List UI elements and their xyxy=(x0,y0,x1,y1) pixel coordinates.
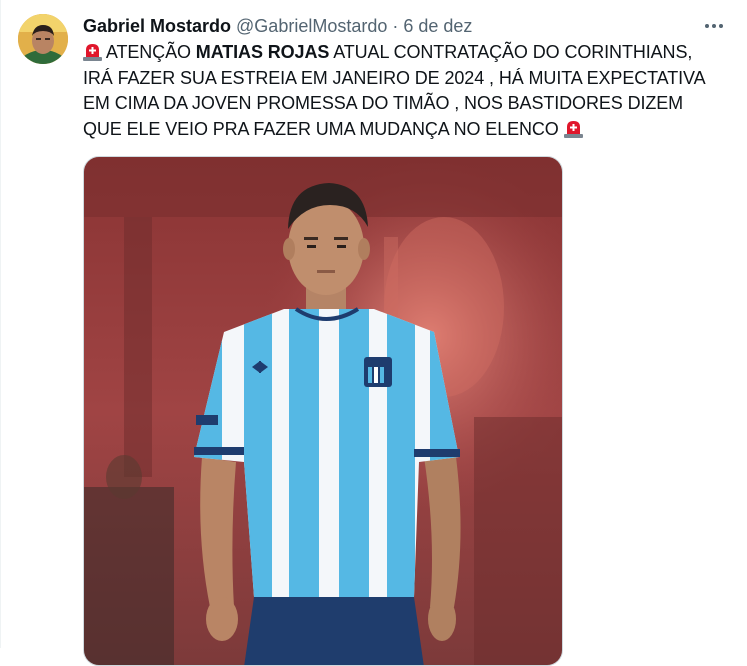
siren-emoji-icon xyxy=(83,42,102,61)
siren-emoji-icon xyxy=(563,119,583,138)
tweet-text-line-1: ATENÇÃO MATIAS ROJAS ATUAL CONTRATAÇÃO D… xyxy=(83,40,723,66)
author-display-name[interactable]: Gabriel Mostardo xyxy=(83,14,231,38)
author-handle[interactable]: @GabrielMostardo xyxy=(236,14,387,38)
tweet-header: Gabriel Mostardo @GabrielMostardo · 6 de… xyxy=(83,14,472,38)
player-photo xyxy=(84,157,562,665)
tweet-media-photo[interactable] xyxy=(83,156,563,666)
more-options-button[interactable] xyxy=(700,14,728,38)
tweet-text-line-2: IRÁ FAZER SUA ESTREIA EM JANEIRO DE 2024… xyxy=(83,67,706,88)
author-avatar[interactable] xyxy=(18,14,68,64)
tweet-text: ATENÇÃO MATIAS ROJAS ATUAL CONTRATAÇÃO D… xyxy=(83,40,723,142)
tweet-text-line-4-text: QUE ELE VEIO PRA FAZER UMA MUDANÇA NO EL… xyxy=(83,118,564,139)
tweet-card[interactable]: Gabriel Mostardo @GabrielMostardo · 6 de… xyxy=(0,0,747,666)
header-separator: · xyxy=(392,16,399,36)
tweet-date[interactable]: 6 de dez xyxy=(403,14,472,38)
tweet-text-highlight: MATIAS ROJAS xyxy=(195,42,330,62)
tweet-text-suffix: ATUAL CONTRATAÇÃO DO CORINTHIANS, xyxy=(329,42,693,62)
ellipsis-icon xyxy=(705,24,723,28)
tweet-text-line-3: EM CIMA DA JOVEN PROMESSA DO TIMÃO , NOS… xyxy=(83,93,684,113)
avatar-image xyxy=(18,14,68,64)
tweet-text-line-4: QUE ELE VEIO PRA FAZER UMA MUDANÇA NO EL… xyxy=(83,117,723,143)
tweet-text-prefix: ATENÇÃO xyxy=(102,42,196,62)
